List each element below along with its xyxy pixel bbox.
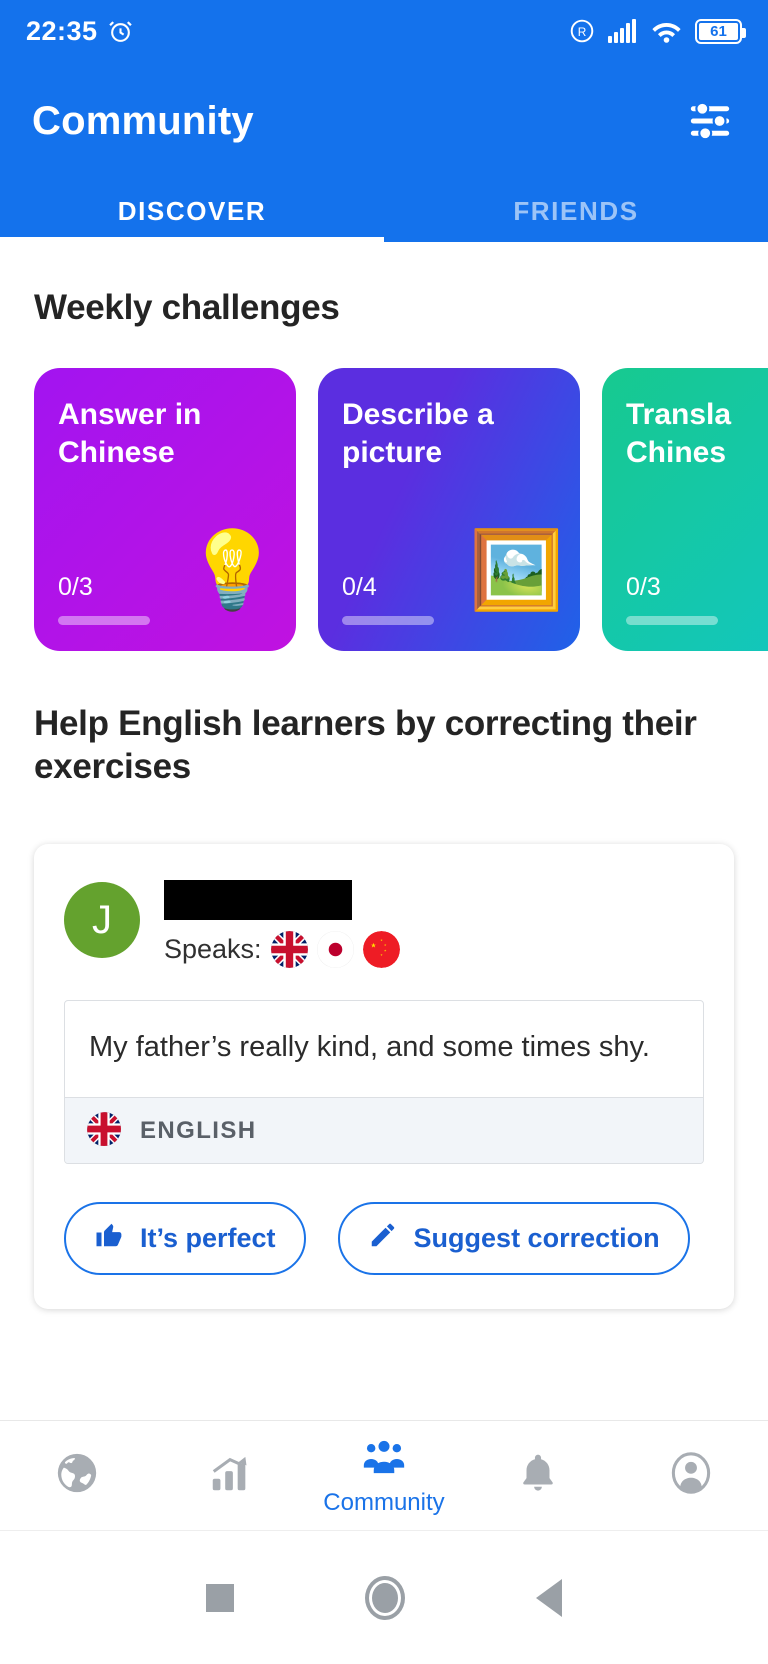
challenge-progress-area: 0/4 — [342, 573, 556, 625]
tab-discover[interactable]: DISCOVER — [0, 180, 384, 242]
suggest-correction-label: Suggest correction — [413, 1223, 660, 1254]
avatar[interactable]: J — [64, 882, 140, 959]
challenge-title: Describe a picture — [342, 398, 494, 470]
challenge-progress-area: 0/3 — [626, 573, 768, 625]
wifi-icon — [651, 19, 682, 43]
bell-icon — [515, 1450, 561, 1501]
challenge-card[interactable]: Transla Chines 0/3 — [602, 368, 768, 651]
status-bar-right: R 61 — [569, 18, 746, 44]
challenge-title: Transla Chines — [626, 398, 732, 470]
app-bar: Community — [0, 62, 768, 180]
pencil-icon — [368, 1220, 398, 1257]
challenge-progress-bar — [342, 616, 434, 625]
main-content: Weekly challenges Answer in Chinese 💡 0/… — [0, 242, 768, 1310]
user-row: J Speaks: — [64, 878, 704, 969]
globe-icon — [54, 1450, 100, 1501]
profile-avatar-icon — [668, 1450, 714, 1501]
tab-active-indicator — [0, 237, 384, 242]
alarm-icon — [108, 19, 133, 44]
challenge-count: 0/4 — [342, 573, 377, 601]
weekly-challenges-carousel[interactable]: Answer in Chinese 💡 0/3 Describe a pictu… — [0, 328, 768, 651]
its-perfect-button[interactable]: It’s perfect — [64, 1202, 306, 1276]
tune-filter-icon[interactable] — [684, 95, 736, 147]
speaks-row: Speaks: — [164, 931, 704, 969]
challenge-count: 0/3 — [58, 573, 93, 601]
uk-flag-icon — [270, 931, 308, 969]
japan-flag-icon — [316, 931, 354, 969]
circle-home-icon[interactable] — [364, 1575, 405, 1620]
nav-item-profile[interactable] — [614, 1421, 768, 1530]
challenge-progress-area: 0/3 — [58, 573, 272, 625]
exercise-box: My father’s really kind, and some times … — [64, 1000, 704, 1165]
username-redacted — [164, 880, 352, 921]
tab-bar: DISCOVER FRIENDS — [0, 180, 768, 242]
battery-level: 61 — [699, 22, 738, 40]
challenge-progress-bar — [58, 616, 150, 625]
weekly-challenges-title: Weekly challenges — [34, 288, 340, 327]
tab-friends[interactable]: FRIENDS — [384, 180, 768, 242]
stats-chart-icon — [207, 1450, 253, 1501]
community-people-icon — [362, 1435, 406, 1484]
square-recents-icon[interactable] — [205, 1583, 234, 1612]
its-perfect-label: It’s perfect — [140, 1223, 276, 1254]
battery-indicator: 61 — [695, 18, 746, 44]
nav-item-community-label: Community — [323, 1488, 445, 1516]
triangle-back-icon[interactable] — [536, 1578, 563, 1617]
page-title: Community — [32, 98, 254, 143]
challenge-count: 0/3 — [626, 573, 661, 601]
clock-time: 22:35 — [26, 15, 98, 46]
help-learners-heading: Help English learners by correcting thei… — [34, 704, 697, 786]
nav-item-notifications[interactable] — [461, 1421, 615, 1530]
circle-home-inner — [371, 1582, 398, 1613]
nav-item-globe[interactable] — [0, 1421, 154, 1530]
speaks-label: Speaks: — [164, 934, 262, 965]
nav-item-community[interactable]: Community — [307, 1421, 461, 1530]
bottom-navigation: Community — [0, 1420, 768, 1530]
uk-flag-icon — [87, 1112, 124, 1149]
svg-text:R: R — [578, 25, 587, 39]
china-flag-icon — [362, 931, 400, 969]
thumbs-up-icon — [94, 1220, 124, 1257]
challenge-card[interactable]: Describe a picture 🖼️ 0/4 — [318, 368, 580, 651]
language-bar: ENGLISH — [65, 1097, 703, 1164]
exercise-card: J Speaks: My father’s really kind, and s… — [34, 844, 734, 1310]
suggest-correction-button[interactable]: Suggest correction — [337, 1202, 690, 1276]
user-info: Speaks: — [164, 878, 704, 969]
challenge-title: Answer in Chinese — [58, 398, 202, 470]
status-bar: 22:35 R 61 — [0, 0, 768, 62]
android-navigation-bar — [0, 1530, 768, 1664]
language-label: ENGLISH — [140, 1116, 257, 1144]
action-buttons: It’s perfect Suggest correction — [64, 1202, 704, 1276]
status-bar-left: 22:35 — [26, 16, 133, 47]
exercise-text: My father’s really kind, and some times … — [89, 1031, 650, 1064]
challenge-progress-bar — [626, 616, 718, 625]
nav-item-stats[interactable] — [154, 1421, 308, 1530]
challenge-card[interactable]: Answer in Chinese 💡 0/3 — [34, 368, 296, 651]
registered-icon: R — [569, 18, 595, 44]
signal-icon — [608, 19, 638, 43]
